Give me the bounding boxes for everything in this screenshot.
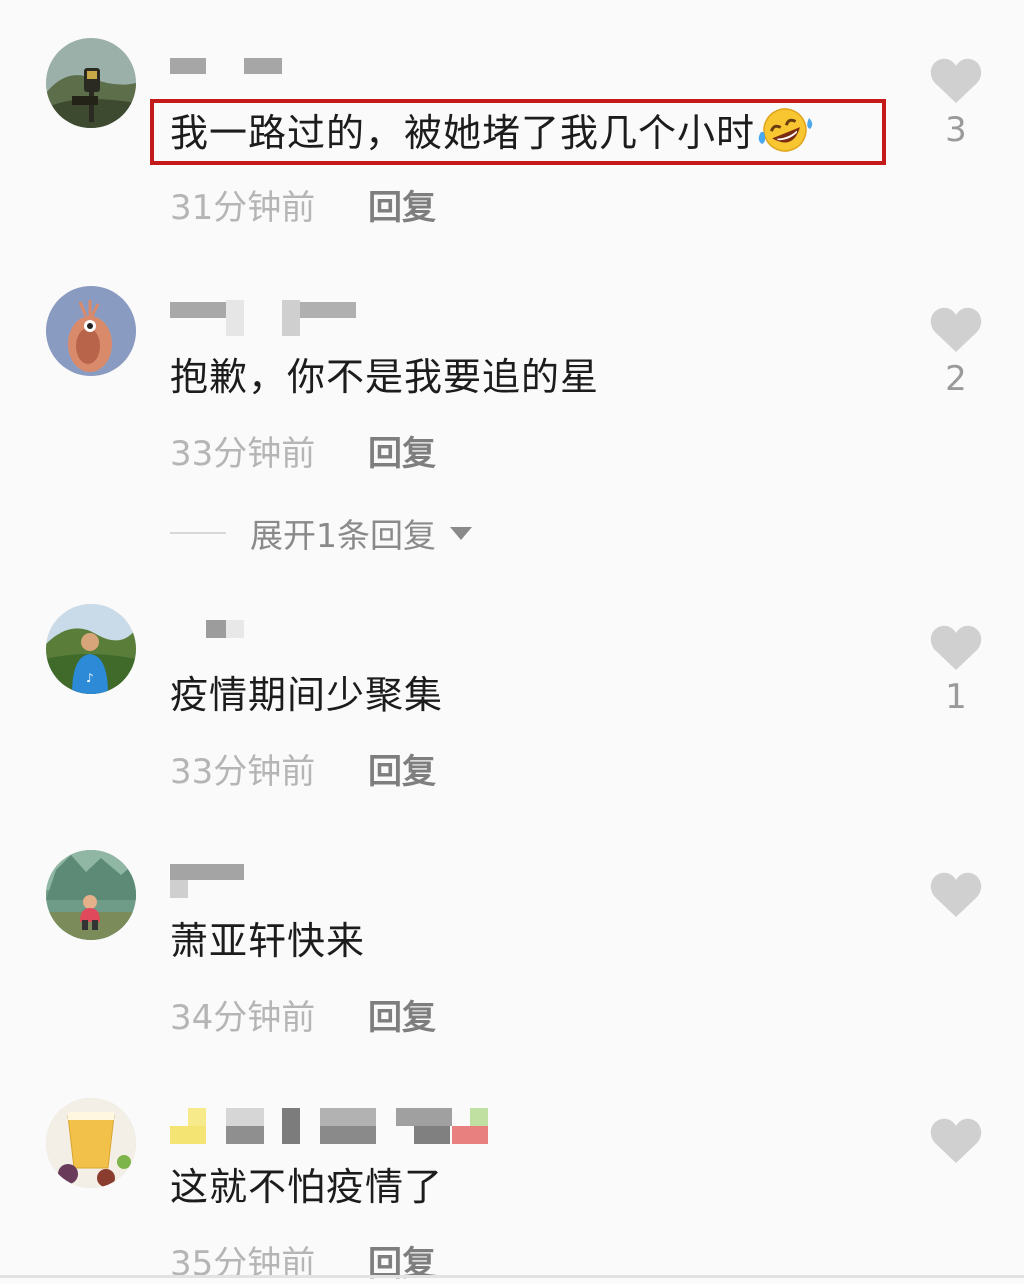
reply-button[interactable]: 回复 (368, 998, 436, 1038)
comment-text: 这就不怕疫情了 (170, 1165, 444, 1209)
heart-icon (930, 58, 982, 103)
divider (170, 532, 226, 534)
comment-text: 萧亚轩快来 (170, 919, 366, 963)
like-button[interactable] (928, 872, 984, 924)
like-count: 1 (945, 677, 967, 717)
triangle-down-icon (450, 526, 472, 540)
comment-time: 34分钟前 (170, 998, 316, 1038)
comment-time: 35分钟前 (170, 1244, 316, 1284)
reply-button[interactable]: 回复 (368, 752, 436, 792)
comment-time: 33分钟前 (170, 752, 316, 792)
username-blurred[interactable] (170, 864, 500, 898)
avatar[interactable] (46, 286, 136, 376)
comment-text: 抱歉，你不是我要追的星 (170, 355, 600, 399)
like-count: 3 (945, 110, 967, 150)
reply-button[interactable]: 回复 (368, 434, 436, 474)
username-blurred[interactable] (170, 300, 500, 336)
like-button[interactable]: 3 (928, 58, 984, 150)
reply-button[interactable]: 回复 (368, 188, 436, 228)
avatar[interactable] (46, 38, 136, 128)
highlight-box (150, 99, 886, 165)
comment-text: 疫情期间少聚集 (170, 673, 444, 717)
expand-replies-label: 展开1条回复 (250, 516, 436, 555)
svg-text:♪: ♪ (86, 671, 94, 685)
heart-icon (930, 625, 982, 670)
avatar[interactable] (46, 1098, 136, 1188)
expand-replies-button[interactable]: 展开1条回复 (170, 510, 472, 556)
heart-icon (930, 1118, 982, 1163)
username-blurred[interactable] (170, 620, 500, 654)
like-button[interactable] (928, 1118, 984, 1170)
avatar[interactable] (46, 850, 136, 940)
username-blurred[interactable] (170, 1108, 500, 1144)
username-blurred[interactable] (170, 56, 500, 90)
heart-icon (930, 872, 982, 917)
like-button[interactable]: 1 (928, 625, 984, 717)
like-button[interactable]: 2 (928, 307, 984, 399)
reply-button[interactable]: 回复 (368, 1244, 436, 1284)
comment-time: 31分钟前 (170, 188, 316, 228)
comment-time: 33分钟前 (170, 434, 316, 474)
heart-icon (930, 307, 982, 352)
avatar[interactable]: ♪ (46, 604, 136, 694)
like-count: 2 (945, 359, 967, 399)
